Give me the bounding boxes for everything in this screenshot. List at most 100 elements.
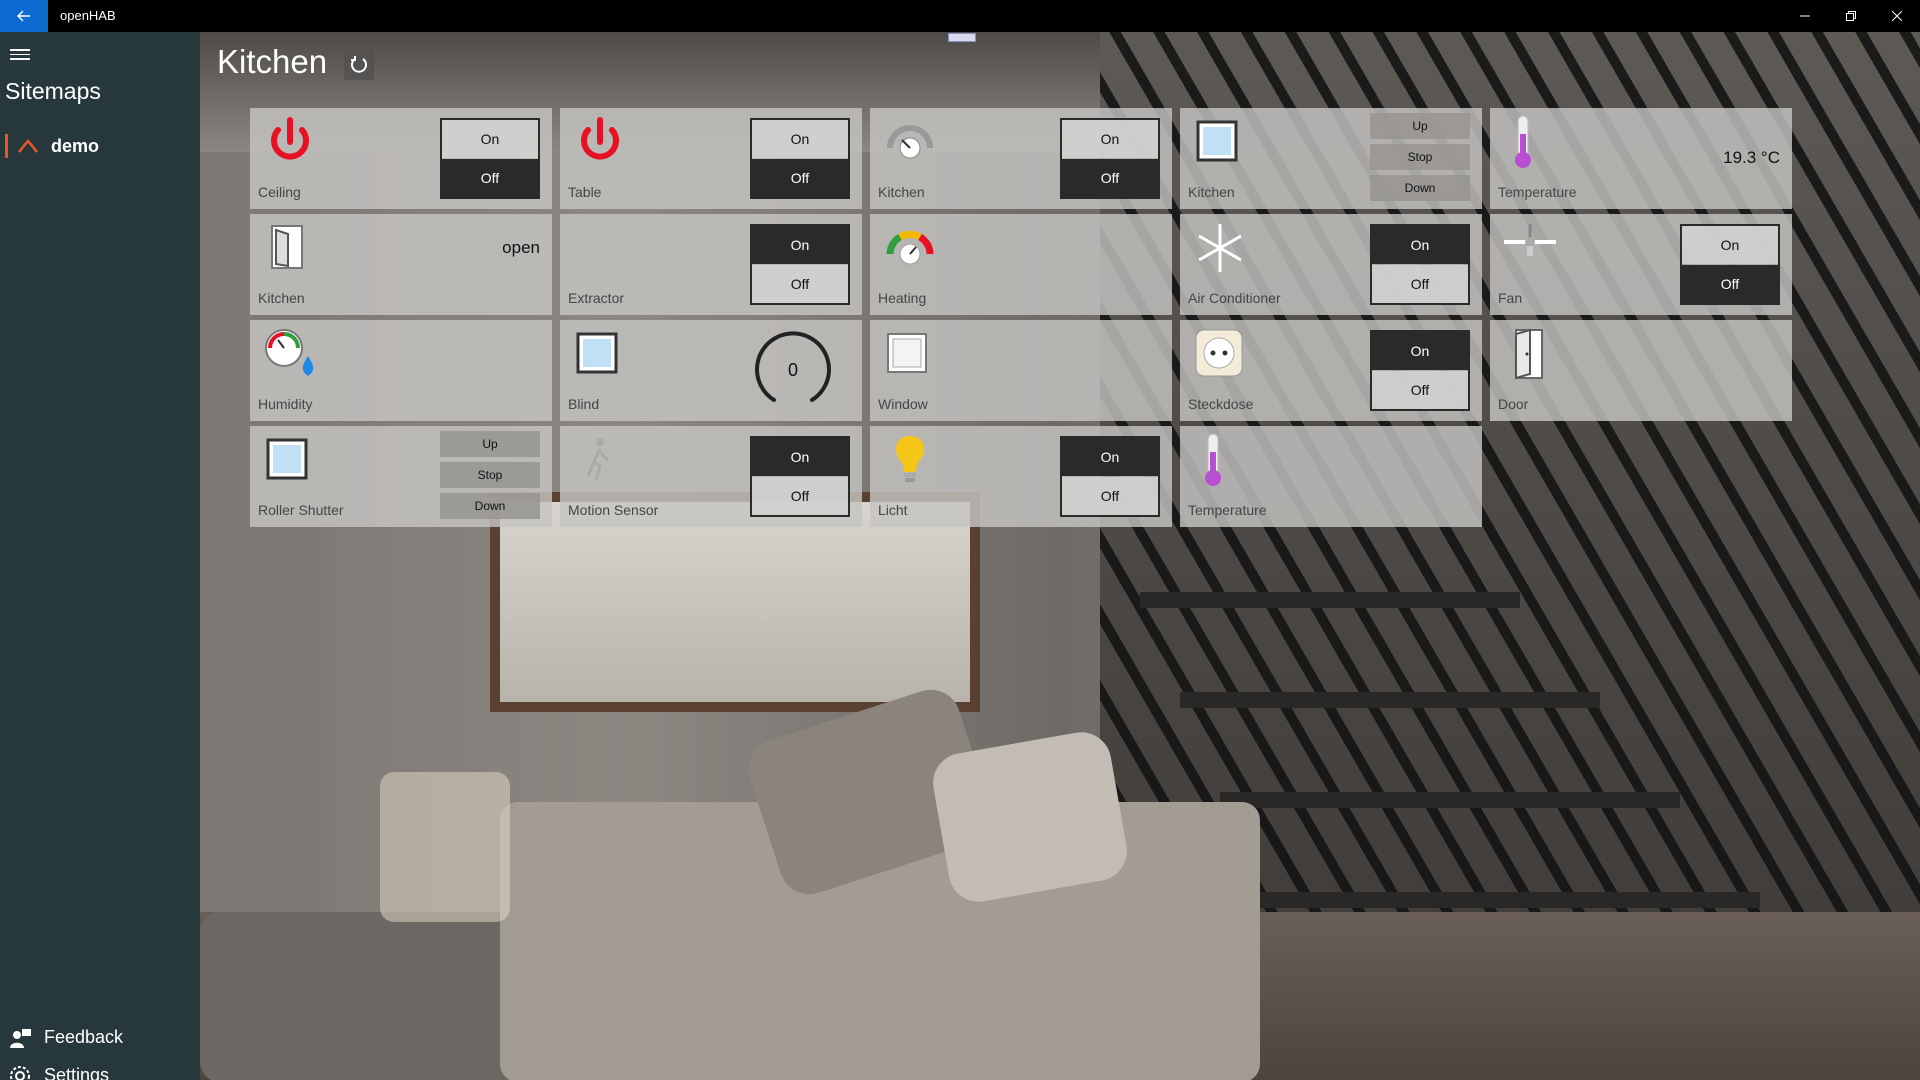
main-content: Kitchen Ceiling On Off Table On Off Kitc… [200,32,1920,1080]
widget-humidity: Humidity [250,320,552,421]
widget-label: Heating [878,290,927,306]
dimmer-icon [887,125,933,159]
widget-label: Temperature [1188,502,1267,518]
off-button[interactable]: Off [1682,265,1778,303]
on-off-switch: On Off [750,224,850,305]
title-bar: openHAB [0,0,1920,32]
sidebar: Sitemaps demo Feedback Settings [0,32,200,1080]
widget-label: Door [1498,396,1529,412]
on-button[interactable]: On [752,438,848,476]
minimize-icon [1800,15,1810,17]
back-button[interactable] [0,0,48,32]
thermometer-icon [1205,433,1221,486]
down-button[interactable]: Down [1370,175,1470,201]
widget-temperature-2: Temperature [1180,426,1482,527]
feedback-label: Feedback [44,1027,124,1047]
humidity-icon [265,329,314,376]
stop-button[interactable]: Stop [440,462,540,488]
off-button[interactable]: Off [1062,477,1158,515]
window-icon [887,333,927,373]
widget-kitchen-door: Kitchen open [250,214,552,315]
feedback-button[interactable]: Feedback [0,1018,200,1056]
off-button[interactable]: Off [1372,371,1468,409]
widget-air-conditioner: Air Conditioner On Off [1180,214,1482,315]
on-off-switch: On Off [1370,224,1470,305]
feedback-icon [10,1029,31,1048]
widget-blind: Blind 0 [560,320,862,421]
widget-label: Licht [878,502,908,518]
on-off-switch: On Off [750,436,850,517]
on-button[interactable]: On [752,226,848,264]
minimize-button[interactable] [1782,0,1828,32]
widget-label: Motion Sensor [568,502,659,518]
blind-icon [576,332,618,374]
widget-steckdose: Steckdose On Off [1180,320,1482,421]
off-button[interactable]: Off [1372,265,1468,303]
off-button[interactable]: Off [752,477,848,515]
on-button[interactable]: On [1062,438,1158,476]
close-icon [1892,11,1902,21]
widget-window: Window [870,320,1172,421]
bulb-icon [895,436,925,482]
widget-label: Extractor [568,290,625,306]
app-title: openHAB [60,8,116,23]
hamburger-menu-button[interactable] [10,46,30,62]
on-button[interactable]: On [752,120,848,158]
blind-icon [266,438,308,480]
on-button[interactable]: On [1372,226,1468,264]
close-button[interactable] [1874,0,1920,32]
snowflake-icon [1198,224,1242,272]
on-button[interactable]: On [1062,120,1158,158]
widget-label: Fan [1498,290,1523,306]
settings-button[interactable]: Settings [0,1056,200,1080]
sidebar-item-demo[interactable]: demo [0,126,200,166]
door-state-value: open [502,238,540,257]
arrow-left-icon [17,10,30,22]
widget-ceiling: Ceiling On Off [250,108,552,209]
up-button[interactable]: Up [1370,113,1470,139]
on-button[interactable]: On [1682,226,1778,264]
sidebar-title: Sitemaps [5,78,101,104]
page-title: Kitchen [217,43,328,80]
blind-icon [1196,120,1238,162]
widget-roller-shutter: Roller Shutter Up Stop Down [250,426,552,527]
power-icon [581,117,619,160]
off-button[interactable]: Off [1062,159,1158,197]
drag-handle[interactable] [948,33,976,42]
stop-button[interactable]: Stop [1370,144,1470,170]
door-icon [1515,328,1543,380]
widget-label: Humidity [258,396,313,412]
widget-label: Steckdose [1188,396,1254,412]
gauge-icon [886,230,934,265]
thermometer-icon [1515,115,1531,168]
on-off-switch: On Off [1060,436,1160,517]
refresh-icon [351,56,367,73]
refresh-button[interactable] [344,50,374,80]
blind-position-dial[interactable]: 0 [752,330,834,412]
on-button[interactable]: On [1372,332,1468,370]
widget-label: Blind [568,396,600,412]
widget-label: Temperature [1498,184,1577,200]
widget-label: Table [568,184,602,200]
widget-extractor: Extractor On Off [560,214,862,315]
socket-icon [1195,329,1243,377]
widget-label: Kitchen [258,290,305,306]
off-button[interactable]: Off [752,265,848,303]
on-button[interactable]: On [442,120,538,158]
on-off-switch: On Off [750,118,850,199]
down-button[interactable]: Down [440,493,540,519]
power-icon [271,117,309,160]
restore-button[interactable] [1828,0,1874,32]
off-button[interactable]: Off [752,159,848,197]
widget-label: Kitchen [878,184,925,200]
restore-icon [1846,11,1856,21]
up-button[interactable]: Up [440,431,540,457]
on-off-switch: On Off [1370,330,1470,411]
off-button[interactable]: Off [442,159,538,197]
widget-heating: Heating [870,214,1172,315]
rollershutter-controls: Up Stop Down [440,431,540,524]
fan-icon [1504,224,1556,256]
widget-label: Air Conditioner [1188,290,1281,306]
selection-indicator [5,134,8,158]
door-open-icon [271,225,303,269]
